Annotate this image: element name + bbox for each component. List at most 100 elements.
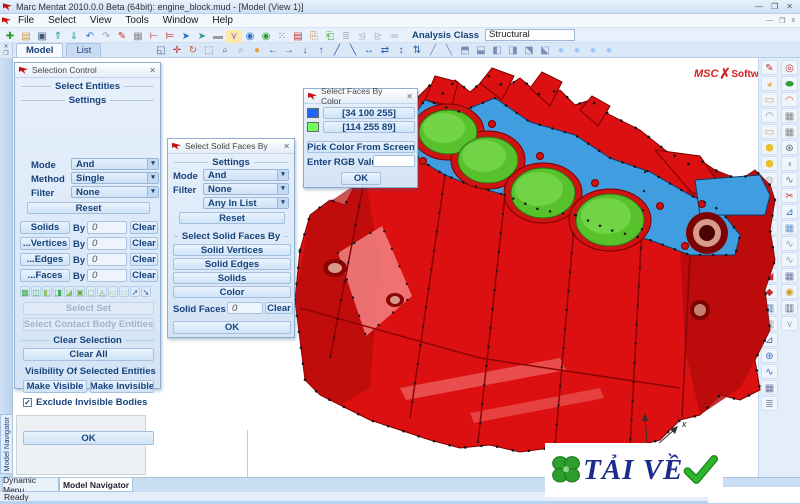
pick-poly-icon[interactable]: ➤ [194, 30, 210, 43]
close-button[interactable]: ✕ [786, 1, 793, 13]
close-icon[interactable]: ✕ [283, 142, 290, 151]
mdi-close-button[interactable]: x [792, 17, 796, 25]
tab-model[interactable]: Model [16, 43, 63, 57]
rot-x2-icon[interactable]: ⇄ [377, 44, 393, 57]
new-icon[interactable]: ✚ [2, 30, 18, 43]
rot-z-icon[interactable]: ╱ [425, 44, 441, 57]
edges-count-field[interactable]: 0 [87, 253, 127, 266]
tab-list[interactable]: List [66, 43, 101, 57]
model-navigator-vertical-tab[interactable]: Model Navigator [0, 414, 13, 474]
ok-button[interactable]: OK [341, 172, 381, 185]
undo-icon[interactable]: ↶ [82, 30, 98, 43]
mdi-restore-button[interactable]: ❐ [779, 17, 785, 25]
history-icon[interactable]: ⊢ [146, 30, 162, 43]
exclude-invisible-checkbox[interactable]: ✓ [23, 398, 32, 407]
solids-count-field[interactable]: 0 [87, 221, 127, 234]
list-2-icon[interactable]: ⊴ [354, 30, 370, 43]
close-icon[interactable]: ✕ [406, 92, 413, 101]
color-swatch-blue[interactable] [307, 108, 319, 118]
vertices-count-field[interactable]: 0 [87, 237, 127, 250]
sel-poly-icon[interactable]: ◨ [53, 286, 63, 297]
ok-button[interactable]: OK [23, 431, 154, 445]
color-value-blue-button[interactable]: [34 100 255] [323, 107, 415, 119]
center-view-icon[interactable]: ✛ [169, 44, 185, 57]
vertices-clear-button[interactable]: Clear [130, 237, 158, 250]
faces-button[interactable]: ...Faces [20, 269, 70, 282]
rot-z2-icon[interactable]: ╲ [441, 44, 457, 57]
procedure-icon[interactable]: ⊨ [162, 30, 178, 43]
clear-all-button[interactable]: Clear All [23, 348, 154, 361]
color-swatch-green[interactable] [307, 122, 319, 132]
view-cube-1-icon[interactable]: ⬒ [457, 44, 473, 57]
view-cube-6-icon[interactable]: ⬕ [537, 44, 553, 57]
select-solid-faces-titlebar[interactable]: Select Solid Faces By ✕ [168, 139, 294, 154]
filter-combo[interactable]: None▾ [71, 186, 159, 198]
zoom-out-icon[interactable]: ⌕ [233, 44, 249, 57]
color-button[interactable]: Color [173, 286, 291, 298]
close-icon[interactable]: ✕ [149, 66, 156, 75]
method-combo[interactable]: Single▾ [71, 172, 159, 184]
solids-button[interactable]: Solids [20, 221, 70, 234]
open-folder-icon[interactable]: ▤ [18, 30, 34, 43]
view-sphere-3-icon[interactable]: ● [585, 44, 601, 57]
rot-ccw-icon[interactable]: ╱ [329, 44, 345, 57]
sel-plane-icon[interactable]: ▣ [75, 286, 85, 297]
view-sphere-4-icon[interactable]: ● [601, 44, 617, 57]
panel-pin-icon[interactable]: ❐ [3, 50, 8, 57]
panel-close-icon[interactable]: ✕ [3, 43, 8, 50]
reset-view-icon[interactable]: ↻ [185, 44, 201, 57]
view-cube-3-icon[interactable]: ◧ [489, 44, 505, 57]
sel-tri-icon[interactable]: ◬ [97, 286, 107, 297]
filter-combo[interactable]: None▾ [203, 183, 289, 195]
pan-up-icon[interactable]: ↑ [313, 44, 329, 57]
pan-left-icon[interactable]: ← [265, 44, 281, 57]
save-up-icon[interactable]: ⇑ [50, 30, 66, 43]
tab-dynamic-menu[interactable]: Dynamic Menu [2, 478, 59, 492]
zoom-in-icon[interactable]: ⌕ [217, 44, 233, 57]
table-icon[interactable]: ▦ [130, 30, 146, 43]
rgb-values-field[interactable] [373, 155, 415, 167]
save-icon[interactable]: ▣ [34, 30, 50, 43]
make-visible-button[interactable]: Make Visible [23, 380, 87, 393]
view-cube-5-icon[interactable]: ⬔ [521, 44, 537, 57]
zoom-box-icon[interactable]: ⬚ [201, 44, 217, 57]
select-set-button[interactable]: Select Set [23, 302, 154, 315]
list-3-icon[interactable]: ⊵ [370, 30, 386, 43]
sel-dir-down-icon[interactable]: ➘ [141, 286, 151, 297]
maximize-button[interactable]: ❐ [771, 1, 778, 13]
rot-y2-icon[interactable]: ⇅ [409, 44, 425, 57]
roller-ball-icon[interactable]: ● [249, 44, 265, 57]
view-cube-4-icon[interactable]: ◨ [505, 44, 521, 57]
make-invisible-button[interactable]: Make Invisible [90, 380, 154, 393]
edges-button[interactable]: ...Edges [20, 253, 70, 266]
mode-combo[interactable]: And▾ [203, 169, 289, 181]
analysis-class-combo[interactable]: Structural [485, 29, 575, 41]
sel-empty-icon[interactable]: ▢ [86, 286, 96, 297]
pan-right-icon[interactable]: → [281, 44, 297, 57]
grid-points-icon[interactable]: ⁙ [274, 30, 290, 43]
globe-blue-icon[interactable]: ◉ [242, 30, 258, 43]
rot-x-icon[interactable]: ↔ [361, 44, 377, 57]
view-sphere-2-icon[interactable]: ● [569, 44, 585, 57]
select-faces-by-color-titlebar[interactable]: Select Faces By Color ✕ [304, 89, 417, 104]
sel-visible-icon[interactable]: ◫ [31, 286, 41, 297]
vertices-button[interactable]: ...Vertices [20, 237, 70, 250]
edges-clear-button[interactable]: Clear [130, 253, 158, 266]
solid-edges-button[interactable]: Solid Edges [173, 258, 291, 270]
sel-box-icon[interactable]: ◧ [42, 286, 52, 297]
tab-model-navigator[interactable]: Model Navigator [59, 478, 133, 492]
solid-faces-count-field[interactable]: 0 [227, 302, 263, 314]
pick-arrow-icon[interactable]: ➤ [178, 30, 194, 43]
filter-funnel-icon[interactable]: ⋎ [226, 30, 242, 43]
fit-view-icon[interactable]: ◱ [153, 44, 169, 57]
display-panel-icon[interactable]: ▬ [210, 30, 226, 43]
faces-count-field[interactable]: 0 [87, 269, 127, 282]
pan-down-icon[interactable]: ↓ [297, 44, 313, 57]
reset-button[interactable]: Reset [179, 212, 285, 224]
list-4-icon[interactable]: ≔ [386, 30, 402, 43]
redo-icon[interactable]: ↷ [98, 30, 114, 43]
solids-clear-button[interactable]: Clear [130, 221, 158, 234]
selection-control-titlebar[interactable]: Selection Control ✕ [15, 63, 160, 78]
mdi-minimize-button[interactable]: — [766, 17, 773, 25]
select-contact-button[interactable]: Select Contact Body Entities [23, 318, 154, 331]
